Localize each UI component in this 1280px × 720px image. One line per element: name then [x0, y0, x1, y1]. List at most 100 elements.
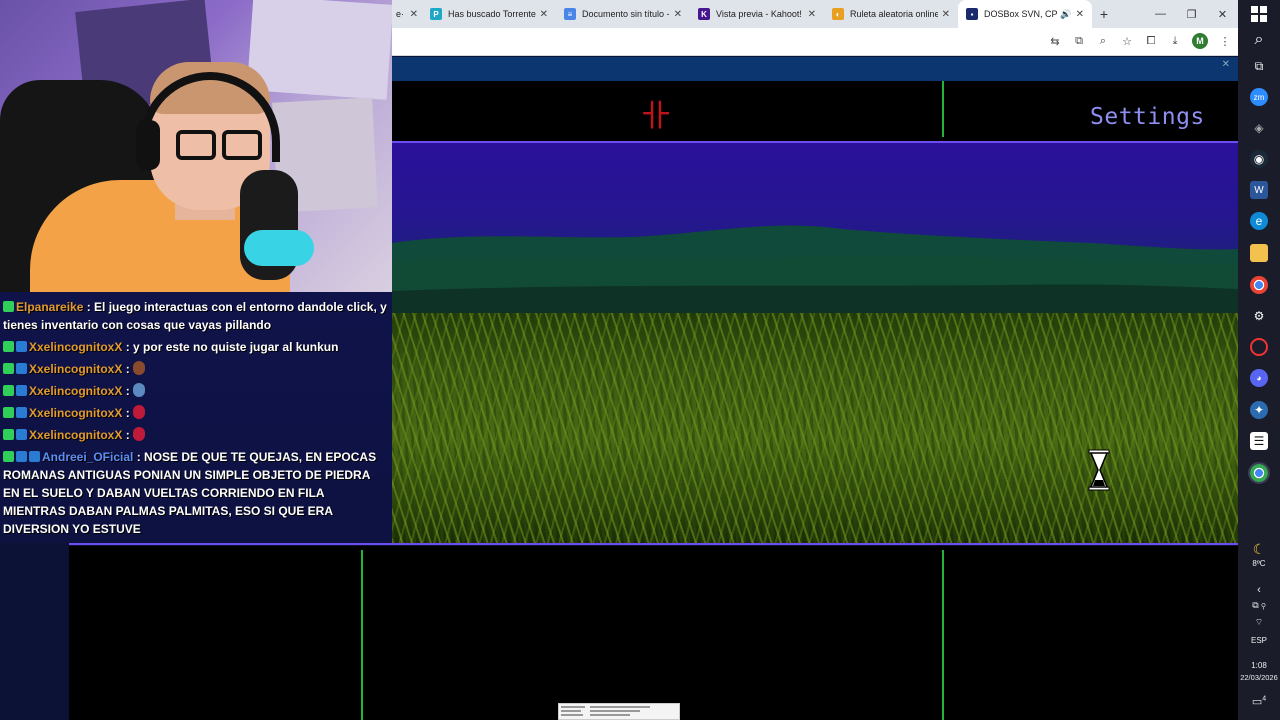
tab-title: Documento sin título - — [582, 9, 670, 19]
tab-favicon-icon: ▪ — [966, 8, 978, 20]
edge-icon[interactable]: e — [1250, 212, 1268, 230]
start-windows-icon[interactable] — [1250, 5, 1268, 23]
browser-tab[interactable]: P Has buscado Torrente - ✕ — [422, 0, 556, 28]
word-icon[interactable]: W — [1250, 181, 1268, 199]
language-indicator[interactable]: ESP — [1238, 636, 1280, 645]
left-background-strip — [0, 543, 69, 720]
app-red-dot-icon[interactable] — [1250, 338, 1268, 356]
browser-tab[interactable]: e· ✕ — [392, 0, 422, 28]
game-logo-icon[interactable]: 卝 — [638, 100, 674, 134]
scene-bottom-border — [69, 543, 1238, 545]
extensions-icon[interactable]: ⧠ — [1144, 32, 1158, 50]
new-tab-button[interactable]: + — [1092, 0, 1116, 28]
weather-temperature[interactable]: 8ºC — [1238, 559, 1280, 568]
zoom-app-icon[interactable]: zm — [1250, 88, 1268, 106]
chat-username[interactable]: XxelincognitoxX — [29, 428, 122, 442]
subscriber-badge-icon — [16, 341, 27, 352]
browser-tab[interactable]: ≡ Documento sin título - ✕ — [556, 0, 690, 28]
header-divider — [942, 81, 944, 137]
subscriber-badge-icon — [16, 407, 27, 418]
browser-tab[interactable]: K Vista previa - Kahoot! ✕ — [690, 0, 824, 28]
chat-separator: : — [122, 384, 134, 398]
kick-badge-icon — [3, 341, 14, 352]
tray-chevron-icon[interactable]: ‹ — [1238, 584, 1280, 596]
steam-icon[interactable]: ◉ — [1250, 150, 1268, 168]
chat-separator: : — [122, 428, 134, 442]
app-icon[interactable]: ✦ — [1250, 401, 1268, 419]
hourglass-cursor-icon — [1088, 449, 1110, 491]
tab-close-icon[interactable]: ✕ — [540, 9, 548, 20]
discord-icon[interactable]: ◕ — [1250, 369, 1268, 387]
settings-gear-icon[interactable]: ⚙ — [1250, 307, 1268, 325]
chat-message: XxelincognitoxX : — [3, 360, 389, 378]
tray-icons[interactable]: ⧉ ⚲ — [1238, 600, 1280, 611]
install-icon[interactable]: ⧉ — [1072, 32, 1086, 50]
game-inventory-panel[interactable] — [69, 546, 1238, 720]
clock-date[interactable]: 22/03/2026 — [1238, 673, 1280, 682]
file-explorer-icon[interactable] — [1250, 244, 1268, 262]
restore-button[interactable]: ❐ — [1176, 0, 1207, 28]
browser-tab[interactable]: ◐ Ruleta aleatoria online ✕ — [824, 0, 958, 28]
browser-tab-strip: e· ✕ P Has buscado Torrente - ✕ ≡ Documento s… — [392, 0, 1238, 28]
tab-close-icon[interactable]: ✕ — [410, 9, 418, 20]
tab-title: e· — [396, 9, 405, 19]
browser-tab[interactable]: ▪ DOSBox SVN, CPU s🔊 ✕ — [958, 0, 1092, 28]
chat-username[interactable]: XxelincognitoxX — [29, 406, 122, 420]
subscriber-badge-icon — [16, 451, 27, 462]
app-icon[interactable]: ☰ — [1250, 432, 1268, 450]
tab-close-icon[interactable]: ✕ — [1076, 9, 1084, 20]
chat-separator: : — [83, 300, 95, 314]
menu-kebab-icon[interactable]: ⋮ — [1218, 32, 1232, 50]
task-view-icon[interactable]: ⧉ — [1250, 57, 1268, 75]
document-thumbnail — [558, 703, 680, 720]
tab-audio-icon[interactable]: 🔊 — [1060, 9, 1071, 20]
weather-moon-icon[interactable]: ☾ — [1250, 540, 1268, 558]
tray-network-icon[interactable]: ⌔ — [1238, 617, 1280, 628]
chat-message-text: y por este no quiste jugar al kunkun — [133, 340, 339, 354]
tab-close-icon[interactable]: ✕ — [674, 9, 682, 20]
subscriber-badge-icon — [16, 385, 27, 396]
close-icon[interactable]: ✕ — [1222, 59, 1230, 70]
translate-icon[interactable]: ⇆ — [1048, 32, 1062, 50]
download-icon[interactable]: ⤓ — [1168, 32, 1182, 50]
notification-icon[interactable]: ▭4 — [1238, 695, 1280, 708]
chat-username[interactable]: XxelincognitoxX — [29, 384, 122, 398]
tab-favicon-icon: K — [698, 8, 710, 20]
browser-toolbar: ⇆ ⧉ ⌕ ☆ ⧠ ⤓ M ⋮ — [392, 28, 1238, 56]
chat-separator: : — [122, 362, 134, 376]
kick-badge-icon — [3, 451, 14, 462]
close-window-button[interactable]: ✕ — [1207, 0, 1238, 28]
chat-separator: : — [133, 450, 145, 464]
chat-username[interactable]: Andreei_OFicial — [42, 450, 133, 464]
tab-close-icon[interactable]: ✕ — [808, 9, 816, 20]
search-icon[interactable]: ⌕ — [1250, 31, 1268, 49]
chrome-active-icon[interactable] — [1248, 462, 1270, 484]
kick-badge-icon — [3, 385, 14, 396]
chat-emote-icon — [133, 427, 146, 441]
profile-avatar[interactable]: M — [1192, 33, 1208, 49]
chat-username[interactable]: XxelincognitoxX — [29, 340, 122, 354]
kick-badge-icon — [3, 429, 14, 440]
app-icon[interactable]: ◈ — [1250, 119, 1268, 137]
bookmark-star-icon[interactable]: ☆ — [1120, 32, 1134, 50]
minimize-button[interactable]: — — [1145, 0, 1176, 28]
subscriber-badge-icon — [16, 363, 27, 374]
tab-close-icon[interactable]: ✕ — [942, 9, 950, 20]
game-scene-cornfield[interactable] — [392, 143, 1238, 543]
chat-username[interactable]: Elpanareike — [16, 300, 83, 314]
wall-poster — [246, 0, 392, 100]
screen: e· ✕ P Has buscado Torrente - ✕ ≡ Documento s… — [0, 0, 1280, 720]
chrome-icon[interactable] — [1250, 276, 1268, 294]
chat-emote-icon — [133, 383, 146, 397]
mic-cover — [244, 230, 314, 266]
chat-username[interactable]: XxelincognitoxX — [29, 362, 122, 376]
zoom-icon[interactable]: ⌕ — [1096, 32, 1110, 50]
settings-button[interactable]: Settings — [1090, 104, 1205, 130]
clock-time[interactable]: 1:08 — [1238, 661, 1280, 670]
subscriber-badge-icon — [16, 429, 27, 440]
stream-chat: Elpanareike : El juego interactuas con e… — [0, 292, 392, 543]
tab-favicon-icon: ≡ — [564, 8, 576, 20]
chat-message: XxelincognitoxX : — [3, 404, 389, 422]
headphone-earcup — [136, 120, 160, 170]
tab-favicon-icon: P — [430, 8, 442, 20]
